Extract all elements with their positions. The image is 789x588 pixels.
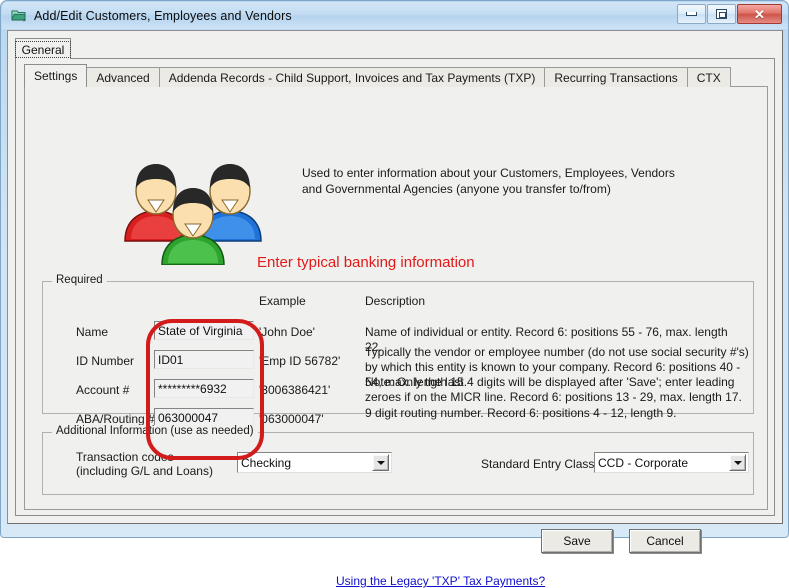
transaction-codes-select[interactable]: Checking — [237, 452, 392, 473]
minimize-icon — [686, 12, 697, 16]
label-aba-routing-number: ABA/Routing # — [76, 412, 155, 426]
tab-settings-label: Settings — [34, 69, 78, 83]
tab-recurring-transactions-label: Recurring Transactions — [554, 70, 678, 85]
name-input[interactable] — [154, 321, 254, 340]
transaction-codes-value: Checking — [241, 455, 292, 470]
example-aba-routing-number: '063000047' — [259, 412, 324, 426]
tab-general[interactable]: General — [14, 38, 72, 59]
banner-annotation-text: Enter typical banking information — [257, 254, 475, 271]
tab-advanced[interactable]: Advanced — [86, 67, 160, 87]
tab-ctx-label: CTX — [696, 70, 721, 85]
close-icon: ✕ — [754, 6, 765, 22]
label-id-number: ID Number — [76, 354, 135, 368]
chevron-down-icon[interactable] — [372, 454, 389, 471]
intro-text-line1: Used to enter information about your Cus… — [302, 166, 675, 180]
tab-ctx[interactable]: CTX — [686, 67, 731, 87]
standard-entry-class-select[interactable]: CCD - Corporate — [594, 452, 749, 473]
maximize-button[interactable] — [707, 4, 736, 24]
three-people-icon — [117, 155, 269, 266]
column-header-description: Description — [365, 294, 426, 308]
close-button[interactable]: ✕ — [737, 4, 782, 24]
save-button[interactable]: Save — [541, 529, 613, 553]
account-number-input[interactable] — [154, 379, 254, 398]
tab-recurring-transactions[interactable]: Recurring Transactions — [544, 67, 688, 87]
standard-entry-class-value: CCD - Corporate — [598, 455, 689, 470]
label-account-number: Account # — [76, 383, 130, 397]
intro-text-line2: and Governmental Agencies (anyone you tr… — [302, 182, 611, 196]
tab-general-label: General — [14, 40, 72, 58]
tab-addenda-records-label: Addenda Records - Child Support, Invoice… — [168, 70, 536, 85]
legacy-txp-link[interactable]: Using the Legacy 'TXP' Tax Payments? — [336, 574, 545, 588]
label-standard-entry-class: Standard Entry Class — [481, 457, 595, 471]
tab-advanced-label: Advanced — [96, 70, 150, 85]
window-folder-icon — [11, 8, 27, 23]
required-groupbox: Required Example Description Name 'John … — [42, 274, 754, 427]
description-account-number: Note: Only the last 4 digits will be dis… — [365, 375, 742, 404]
additional-information-groupbox: Additional Information (use as needed) T… — [42, 425, 754, 495]
label-transaction-codes-line2: (including G/L and Loans) — [76, 464, 213, 478]
additional-information-groupbox-title: Additional Information (use as needed) — [52, 425, 258, 437]
caption-buttons: ✕ — [677, 4, 782, 24]
window-title: Add/Edit Customers, Employees and Vendor… — [34, 8, 292, 23]
label-name: Name — [76, 325, 109, 339]
example-account-number: '3006386421' — [259, 383, 331, 397]
column-header-example: Example — [259, 294, 306, 308]
example-id-number: 'Emp ID 56782' — [259, 354, 341, 368]
id-number-input[interactable] — [154, 350, 254, 369]
tab-addenda-records[interactable]: Addenda Records - Child Support, Invoice… — [158, 67, 546, 87]
cancel-button[interactable]: Cancel — [629, 529, 701, 553]
description-aba-routing-number: 9 digit routing number. Record 6: positi… — [365, 406, 677, 420]
tab-settings[interactable]: Settings — [24, 64, 88, 87]
client-area: General Settings Advanced Addenda Record… — [7, 30, 783, 588]
minimize-button[interactable] — [677, 4, 706, 24]
example-name: 'John Doe' — [259, 325, 315, 339]
settings-tab-panel: Used to enter information about your Cus… — [24, 86, 768, 588]
intro-text: Used to enter information about your Cus… — [302, 165, 702, 197]
required-groupbox-title: Required — [52, 274, 107, 286]
title-bar: Add/Edit Customers, Employees and Vendor… — [2, 2, 788, 29]
chevron-down-icon[interactable] — [729, 454, 746, 471]
inner-tab-strip: Settings Advanced Addenda Records - Chil… — [24, 64, 731, 87]
general-tab-panel: Settings Advanced Addenda Records - Chil… — [15, 58, 775, 588]
label-transaction-codes-line1: Transaction codes — [76, 450, 174, 464]
application-window: Add/Edit Customers, Employees and Vendor… — [0, 0, 789, 588]
maximize-icon — [716, 9, 727, 19]
